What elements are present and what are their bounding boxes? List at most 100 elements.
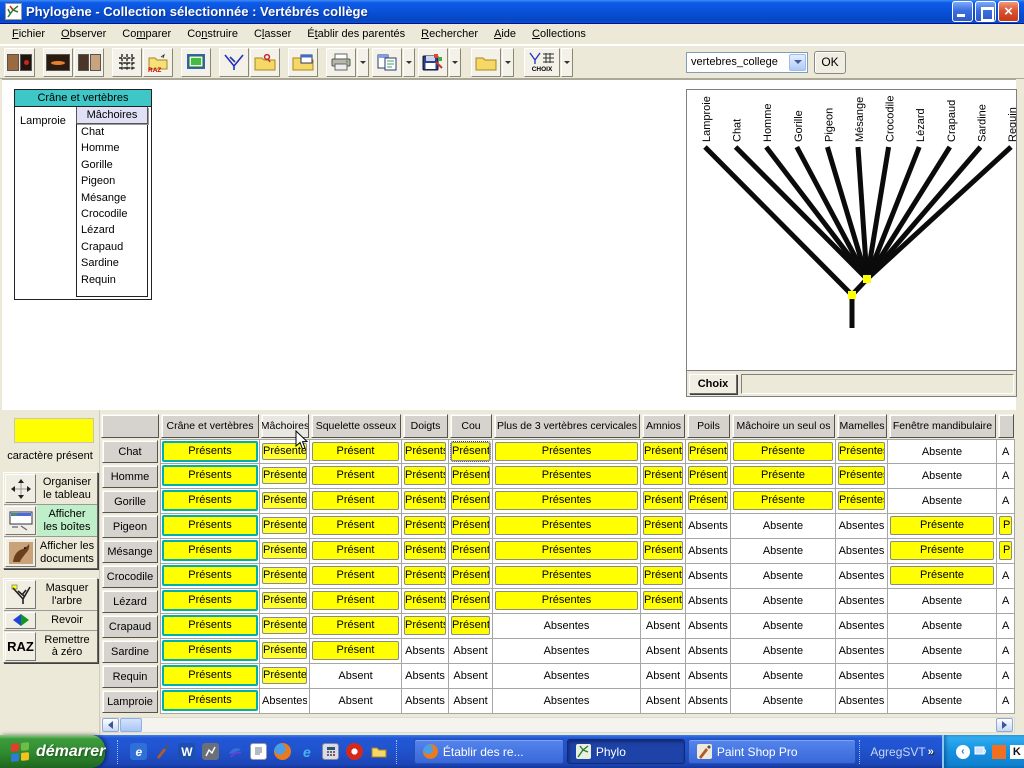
table-cell[interactable]: Présents — [160, 489, 260, 514]
table-cell[interactable]: Présentes — [260, 589, 310, 614]
paintbrush-icon[interactable] — [154, 743, 171, 760]
table-cell[interactable]: Présentes — [493, 539, 641, 564]
table-cell[interactable]: Présents — [160, 689, 260, 714]
open-window-folder-button[interactable] — [288, 48, 318, 77]
species-item-gorille[interactable]: Gorille — [77, 157, 147, 173]
table-cell[interactable]: Présent — [449, 464, 493, 489]
column-header-button-m-choire-un-seul-os[interactable]: Mâchoire un seul os — [732, 414, 835, 438]
table-cell[interactable]: Présentes — [260, 664, 310, 689]
build-tree-button[interactable] — [219, 48, 249, 77]
table-cell[interactable]: Absents — [686, 689, 731, 714]
column-header-button-squelette-osseux[interactable]: Squelette osseux — [311, 414, 401, 438]
export-dropdown[interactable] — [449, 48, 461, 77]
table-cell[interactable]: Présent — [641, 489, 686, 514]
combobox-arrow-icon[interactable] — [789, 54, 806, 71]
menu-item-tablir-des-parent-s[interactable]: Établir des parentés — [299, 26, 413, 42]
table-cell[interactable]: Absentes — [836, 614, 888, 639]
table-cell[interactable]: Présent — [310, 639, 402, 664]
table-cell[interactable]: Absentes — [493, 614, 641, 639]
table-cell-clipped[interactable]: A — [997, 489, 1015, 514]
hide-icons-chevron[interactable]: ‹ — [956, 745, 970, 759]
menu-item-construire[interactable]: Construire — [179, 26, 246, 42]
table-cell[interactable]: Présentes — [260, 564, 310, 589]
table-cell[interactable]: Absente — [888, 489, 997, 514]
table-grid-button[interactable] — [112, 48, 142, 77]
table-cell[interactable]: Présents — [160, 614, 260, 639]
row-header-button-crapaud[interactable]: Crapaud — [102, 615, 158, 638]
observe-animals-button[interactable] — [4, 48, 35, 77]
table-cell[interactable]: Absentes — [493, 664, 641, 689]
table-cell-clipped[interactable]: P — [997, 539, 1015, 564]
table-cell[interactable]: Présents — [160, 514, 260, 539]
table-cell[interactable]: Présentes — [493, 514, 641, 539]
table-cell[interactable]: Absent — [641, 614, 686, 639]
column-header-button-cou[interactable]: Cou — [450, 414, 492, 438]
toolbar-grip[interactable] — [859, 740, 860, 764]
scrollbar-thumb[interactable] — [120, 718, 142, 732]
table-cell[interactable]: Absent — [310, 689, 402, 714]
row-header-button-l-zard[interactable]: Lézard — [102, 590, 158, 613]
species-item-crapaud[interactable]: Crapaud — [77, 239, 147, 255]
table-cell[interactable]: Présentes — [260, 539, 310, 564]
toolbar-grip[interactable] — [117, 740, 121, 764]
column-header-button-plus-de-3-vert-bres-cervicales[interactable]: Plus de 3 vertèbres cervicales — [494, 414, 640, 438]
table-cell[interactable]: Présent — [310, 564, 402, 589]
table-cell[interactable]: Absents — [686, 614, 731, 639]
species-item-l-zard[interactable]: Lézard — [77, 222, 147, 238]
table-cell[interactable]: Absents — [686, 589, 731, 614]
table-cell[interactable]: Présents — [402, 539, 449, 564]
menu-item-observer[interactable]: Observer — [53, 26, 114, 42]
scroll-right-button[interactable] — [996, 718, 1013, 732]
table-cell[interactable]: Présentes — [836, 439, 888, 464]
column-header-button-amnios[interactable]: Amnios — [642, 414, 685, 438]
table-cell[interactable]: Présent — [310, 614, 402, 639]
table-cell[interactable]: Présent — [310, 514, 402, 539]
table-cell[interactable]: Présents — [160, 439, 260, 464]
table-cell[interactable]: Présents — [686, 489, 731, 514]
row-header-button-lamproie[interactable]: Lamproie — [102, 690, 158, 713]
table-cell[interactable]: Présents — [402, 464, 449, 489]
table-cell[interactable]: Présentes — [260, 464, 310, 489]
table-cell[interactable]: Absents — [402, 689, 449, 714]
table-cell[interactable]: Absents — [686, 639, 731, 664]
table-cell[interactable]: Absentes — [836, 689, 888, 714]
agregsvt-toolbar-label[interactable]: AgregSVT — [870, 745, 925, 759]
table-cell[interactable]: Absent — [310, 664, 402, 689]
notepad-icon[interactable] — [250, 743, 267, 760]
column-header-button-mamelles[interactable]: Mamelles — [837, 414, 887, 438]
table-cell[interactable]: Absente — [731, 564, 836, 589]
table-cell[interactable]: Présent — [641, 464, 686, 489]
ie-document-icon[interactable]: e — [130, 743, 147, 760]
table-cell[interactable]: Présents — [160, 664, 260, 689]
row-header-button-pigeon[interactable]: Pigeon — [102, 515, 158, 538]
row-header-button-homme[interactable]: Homme — [102, 465, 158, 488]
menu-item-comparer[interactable]: Comparer — [114, 26, 179, 42]
table-cell[interactable]: Présents — [160, 564, 260, 589]
table-cell[interactable]: Présente — [888, 539, 997, 564]
table-cell[interactable]: Présent — [310, 464, 402, 489]
table-cell-clipped[interactable]: A — [997, 689, 1015, 714]
table-cell[interactable]: Présentes — [260, 639, 310, 664]
toolbar-grip[interactable] — [396, 740, 400, 764]
table-cell[interactable]: Présentes — [493, 439, 641, 464]
firefox-icon[interactable] — [274, 743, 291, 760]
table-cell[interactable]: Présents — [402, 489, 449, 514]
table-cell[interactable]: Absentes — [493, 639, 641, 664]
start-button[interactable]: démarrer — [0, 735, 105, 768]
table-cell[interactable]: Présentes — [493, 589, 641, 614]
kaspersky-icon[interactable]: K — [1010, 745, 1024, 759]
table-cell[interactable]: Présents — [402, 564, 449, 589]
table-cell[interactable]: Présent — [449, 614, 493, 639]
task-button-tablir-des-re[interactable]: Établir des re... — [414, 739, 564, 764]
masquer-arbre-button[interactable]: Masquer l'arbre — [4, 579, 97, 611]
table-cell[interactable]: Absente — [888, 639, 997, 664]
raz-reset-button[interactable]: RAZ — [143, 48, 173, 77]
table-cell[interactable]: Présent — [449, 564, 493, 589]
table-cell[interactable]: Présents — [160, 539, 260, 564]
table-cell-clipped[interactable]: A — [997, 439, 1015, 464]
calculator-icon[interactable] — [322, 743, 339, 760]
tree-node-marker[interactable] — [863, 275, 871, 283]
table-cell-clipped[interactable]: A — [997, 664, 1015, 689]
table-cell[interactable]: Absents — [402, 664, 449, 689]
table-cell[interactable]: Absents — [686, 664, 731, 689]
